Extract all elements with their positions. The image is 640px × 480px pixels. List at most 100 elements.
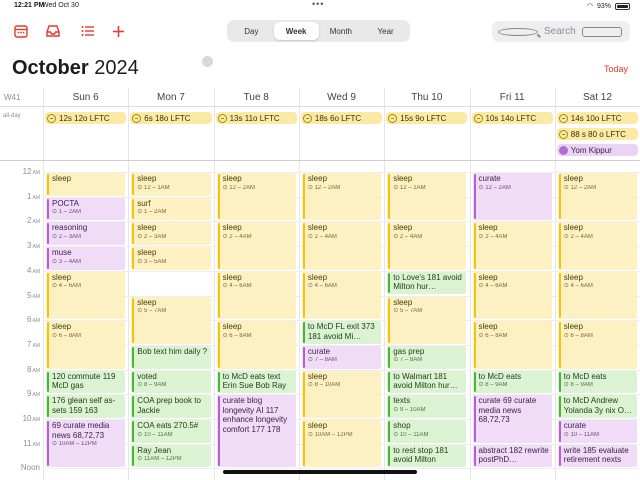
- calendar-event[interactable]: 69 curate media news 68,72,73 ⊙ 10AM – 12…: [46, 420, 126, 468]
- calendar-event[interactable]: sleep ⊙ 6 – 8AM: [216, 321, 296, 369]
- year-label: 2024: [94, 57, 139, 79]
- allday-event[interactable]: 13s 11o LFTC: [215, 112, 297, 124]
- tab-day[interactable]: Day: [229, 22, 274, 40]
- calendar-event[interactable]: POCTA ⊙ 1 – 2AM: [46, 197, 126, 221]
- event-title: sleep: [222, 322, 242, 332]
- day-header-4[interactable]: Thu 10: [384, 88, 469, 106]
- calendar-event[interactable]: sleep ⊙ 2 – 4AM: [387, 222, 467, 270]
- calendar-event[interactable]: sleep ⊙ 2 – 4AM: [216, 222, 296, 270]
- allday-event[interactable]: 14s 10o LFTC: [556, 112, 639, 124]
- calendar-event[interactable]: COA eats 270.5# ⊙ 10 – 11AM: [131, 420, 211, 443]
- calendar-event[interactable]: sleep ⊙ 2 – 3AM: [131, 222, 211, 246]
- calendar-event[interactable]: sleep ⊙ 6 – 8AM: [46, 321, 126, 369]
- reminder-icon: [132, 113, 142, 123]
- allday-event[interactable]: Yom Kippur: [556, 144, 639, 156]
- calendar-event[interactable]: gas prep ⊙ 7 – 8AM: [387, 345, 467, 369]
- calendar-event[interactable]: sleep ⊙ 6 – 8AM: [472, 321, 552, 369]
- allday-event[interactable]: 6s 18o LFTC: [130, 112, 212, 124]
- allday-event[interactable]: 88 s 80 o LFTC: [556, 128, 639, 140]
- day-header-3[interactable]: Wed 9: [299, 88, 384, 106]
- multitask-dots-icon[interactable]: •••: [312, 0, 324, 9]
- calendar-event[interactable]: COA prep book to Jackie: [131, 395, 211, 418]
- calendar-event[interactable]: to McD eats ⊙ 8 – 9AM: [557, 370, 638, 394]
- calendar-event[interactable]: 176 glean self as­sets 159 163: [46, 395, 126, 418]
- event-time: ⊙ 1 – 2AM: [52, 209, 82, 216]
- calendar-event[interactable]: sleep ⊙ 12 – 2AM: [387, 173, 467, 221]
- search-field[interactable]: Search: [492, 21, 630, 42]
- calendar-event[interactable]: to Love's 181 avoid Milton hur…: [387, 271, 467, 295]
- calendar-event[interactable]: sleep ⊙ 6 – 8AM: [557, 321, 638, 369]
- event-title: curate blog longevity AI 117 enhance lon…: [222, 396, 288, 434]
- today-button[interactable]: Today: [604, 64, 628, 74]
- hour-number: 1: [27, 191, 32, 201]
- calendar-event[interactable]: sleep ⊙ 2 – 4AM: [472, 222, 552, 270]
- allday-event[interactable]: 12s 12o LFTC: [45, 112, 127, 124]
- day-header-1[interactable]: Mon 7: [128, 88, 213, 106]
- calendar-event[interactable]: sleep ⊙ 4 – 6AM: [472, 271, 552, 320]
- calendar-event[interactable]: sleep ⊙ 12 – 2AM: [301, 173, 382, 221]
- event-time: ⊙ 2 – 4AM: [563, 233, 593, 240]
- calendar-event[interactable]: texts ⊙ 9 – 10AM: [387, 395, 467, 418]
- calendar-event[interactable]: voted ⊙ 8 – 9AM: [131, 370, 211, 394]
- tab-week[interactable]: Week: [273, 22, 319, 40]
- calendar-event[interactable]: Ray Jean ⊙ 11AM – 12PM: [131, 444, 211, 468]
- calendar-event[interactable]: sleep ⊙ 10AM – 12PM: [301, 420, 382, 468]
- calendar-event[interactable]: sleep ⊙ 4 – 6AM: [301, 271, 382, 320]
- calendar-event[interactable]: reasoning ⊙ 2 – 3AM: [46, 222, 126, 246]
- microphone-icon[interactable]: [582, 26, 622, 37]
- allday-event[interactable]: 18s 6o LFTC: [300, 112, 383, 124]
- hour-number: Noon: [20, 463, 40, 473]
- day-header-5[interactable]: Fri 11: [470, 88, 555, 106]
- calendar-event[interactable]: curate blog longevity AI 117 enhance lon…: [216, 395, 296, 468]
- calendar-event[interactable]: sleep ⊙ 4 – 6AM: [216, 271, 296, 320]
- calendar-event[interactable]: sleep ⊙ 3 – 5AM: [131, 247, 211, 270]
- event-title: sleep: [563, 223, 583, 233]
- allday-event[interactable]: 15s 9o LFTC: [386, 112, 468, 124]
- calendar-event[interactable]: muse ⊙ 3 – 4AM: [46, 247, 126, 270]
- calendar-event[interactable]: sleep ⊙ 2 – 4AM: [557, 222, 638, 270]
- calendar-event[interactable]: sleep ⊙ 5 – 7AM: [387, 296, 467, 344]
- inbox-icon[interactable]: [44, 22, 62, 40]
- calendar-event[interactable]: to McD eats text Erin Sue Bob Ray: [216, 370, 296, 394]
- calendars-icon[interactable]: [12, 22, 30, 40]
- calendar-event[interactable]: to McD Andrew Yolanda 3y nix O…: [557, 395, 638, 418]
- calendar-event[interactable]: abstract 182 rewrite postPhD…: [472, 444, 552, 468]
- calendar-event[interactable]: curate ⊙ 12 – 2AM: [472, 173, 552, 221]
- home-indicator[interactable]: [223, 470, 417, 474]
- tab-month[interactable]: Month: [319, 22, 364, 40]
- calendar-event[interactable]: sleep ⊙ 12 – 1AM: [131, 173, 211, 196]
- calendar-event[interactable]: to Walmart 181 avoid Milton hur…: [387, 370, 467, 394]
- calendar-event[interactable]: surf ⊙ 1 – 2AM: [131, 197, 211, 221]
- battery-icon: [615, 2, 630, 10]
- calendar-event[interactable]: sleep ⊙ 4 – 6AM: [46, 271, 126, 320]
- calendar-event[interactable]: sleep ⊙ 5 – 7AM: [131, 296, 211, 344]
- calendar-event[interactable]: curate ⊙ 10 – 11AM: [557, 420, 638, 443]
- calendar-event[interactable]: to McD FL exit 373 181 avoid Mi…: [301, 321, 382, 344]
- allday-event-title: Yom Kippur: [570, 145, 612, 155]
- calendar-event[interactable]: sleep ⊙ 12 – 2AM: [557, 173, 638, 221]
- calendar-event[interactable]: to McD eats ⊙ 8 – 9AM: [472, 370, 552, 394]
- calendar-event[interactable]: shop ⊙ 10 – 11AM: [387, 420, 467, 443]
- tab-year[interactable]: Year: [363, 22, 408, 40]
- calendar-event[interactable]: curate 69 curate media news 68,72,73: [472, 395, 552, 443]
- list-icon[interactable]: [79, 22, 97, 40]
- status-bar: 12:21 PM Wed Oct 30 ••• ◠ 93%: [0, 0, 640, 13]
- calendar-event[interactable]: sleep ⊙ 8 – 10AM: [301, 370, 382, 418]
- calendar-event[interactable]: curate ⊙ 7 – 8AM: [301, 345, 382, 369]
- day-header-6[interactable]: Sat 12: [555, 88, 640, 106]
- calendar-event[interactable]: 120 commute 119 McD gas: [46, 370, 126, 394]
- calendar-event[interactable]: sleep ⊙ 2 – 4AM: [301, 222, 382, 270]
- calendar-event[interactable]: sleep: [46, 173, 126, 196]
- calendar-event[interactable]: sleep ⊙ 4 – 6AM: [557, 271, 638, 320]
- calendar-event[interactable]: to rest stop 181 avoid Milton: [387, 444, 467, 468]
- calendar-event[interactable]: write 185 evaluate retirement nexts: [557, 444, 638, 468]
- allday-event[interactable]: 10s 14o LFTC: [471, 112, 553, 124]
- day-header-0[interactable]: Sun 6: [43, 88, 128, 106]
- hour-ampm: AM: [32, 244, 41, 251]
- calendar-event[interactable]: sleep ⊙ 12 – 2AM: [216, 173, 296, 221]
- calendar-event[interactable]: Bob text him daily ?: [131, 345, 211, 369]
- day-header-2[interactable]: Tue 8: [214, 88, 299, 106]
- event-title: muse: [52, 248, 72, 258]
- add-event-icon[interactable]: [109, 22, 127, 40]
- hour-ampm: AM: [32, 170, 41, 176]
